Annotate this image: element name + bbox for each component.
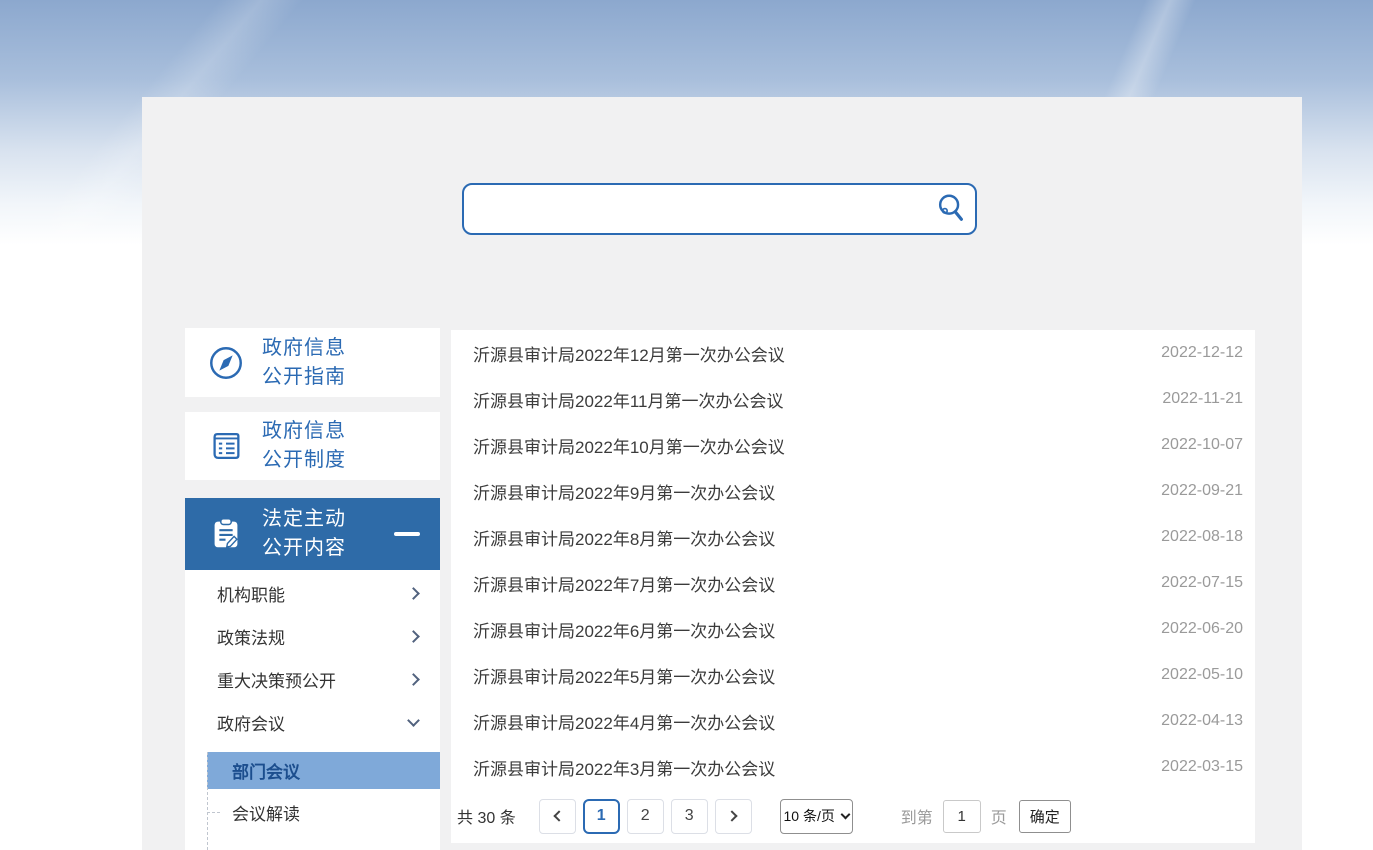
submenu-item-label: 会议解读: [232, 800, 300, 825]
meeting-date: 2022-06-20: [1161, 620, 1243, 638]
page-button-2[interactable]: 2: [627, 799, 664, 834]
meeting-date: 2022-11-21: [1162, 390, 1243, 408]
meeting-link[interactable]: 沂源县审计局2022年5月第一次办公会议: [473, 663, 775, 688]
sidebar-submenu: 机构职能 政策法规 重大决策预公开 政府会议 部门会议 会议解读: [185, 570, 440, 850]
meeting-link[interactable]: 沂源县审计局2022年6月第一次办公会议: [473, 617, 775, 642]
sidebar-item-gov-meetings[interactable]: 政府会议: [185, 701, 440, 744]
meeting-link[interactable]: 沂源县审计局2022年11月第一次办公会议: [473, 387, 783, 412]
total-count: 共 30 条: [457, 804, 516, 828]
content-area: 政府信息 公开指南 政府信息 公开制度: [142, 97, 1302, 850]
list-item: 沂源县审计局2022年12月第一次办公会议 2022-12-12: [451, 330, 1255, 376]
search-box: [462, 183, 977, 235]
sidebar-item-meeting-interpretation[interactable]: 会议解读: [185, 789, 440, 835]
chevron-left-icon: [553, 810, 564, 821]
page-button-3[interactable]: 3: [671, 799, 708, 834]
sidebar-item-gov-info-system[interactable]: 政府信息 公开制度: [185, 412, 440, 480]
list-item: 沂源县审计局2022年9月第一次办公会议 2022-09-21: [451, 468, 1255, 514]
menu-item-label: 机构职能: [217, 581, 285, 606]
meeting-date: 2022-05-10: [1161, 666, 1243, 684]
meeting-link[interactable]: 沂源县审计局2022年12月第一次办公会议: [473, 341, 785, 366]
meeting-link[interactable]: 沂源县审计局2022年3月第一次办公会议: [473, 755, 775, 780]
menu-item-label: 重大决策预公开: [217, 667, 336, 692]
select-chevron-icon: [840, 809, 850, 819]
meeting-date: 2022-09-21: [1161, 482, 1243, 500]
list-item: 沂源县审计局2022年3月第一次办公会议 2022-03-15: [451, 744, 1255, 790]
sidebar-item-label: 政府信息 公开制度: [262, 417, 346, 475]
meeting-link[interactable]: 沂源县审计局2022年7月第一次办公会议: [473, 571, 775, 596]
meeting-link[interactable]: 沂源县审计局2022年9月第一次办公会议: [473, 479, 775, 504]
sidebar-item-gov-info-guide[interactable]: 政府信息 公开指南: [185, 328, 440, 397]
list-item: 沂源县审计局2022年7月第一次办公会议 2022-07-15: [451, 560, 1255, 606]
confirm-button[interactable]: 确定: [1019, 800, 1071, 833]
notebook-icon: [207, 427, 245, 465]
sidebar-item-org-functions[interactable]: 机构职能: [185, 572, 440, 615]
meeting-list: 沂源县审计局2022年12月第一次办公会议 2022-12-12 沂源县审计局2…: [451, 330, 1255, 790]
page-size-select[interactable]: 10 条/页: [780, 799, 853, 834]
sidebar-item-label: 政府信息 公开指南: [262, 334, 346, 392]
pagination-bar: 共 30 条 1 2 3 10 条/页 到第 页 确定: [451, 798, 1255, 834]
menu-item-label: 政府会议: [217, 710, 285, 735]
goto-prefix-label: 到第: [901, 804, 933, 828]
meeting-date: 2022-03-15: [1161, 758, 1243, 776]
sidebar-item-major-decisions[interactable]: 重大决策预公开: [185, 658, 440, 701]
list-item: 沂源县审计局2022年6月第一次办公会议 2022-06-20: [451, 606, 1255, 652]
meeting-link[interactable]: 沂源县审计局2022年8月第一次办公会议: [473, 525, 775, 550]
clipboard-pencil-icon: [207, 515, 245, 553]
sidebar-item-label: 法定主动 公开内容: [262, 505, 346, 563]
collapse-minus-icon: [394, 532, 420, 536]
chevron-right-icon: [726, 810, 737, 821]
tree-line-vertical: [207, 752, 208, 850]
list-item: 沂源县审计局2022年5月第一次办公会议 2022-05-10: [451, 652, 1255, 698]
chevron-right-icon: [407, 587, 420, 600]
list-item: 沂源县审计局2022年8月第一次办公会议 2022-08-18: [451, 514, 1255, 560]
sidebar-item-policies[interactable]: 政策法规: [185, 615, 440, 658]
tree-line-horizontal: [207, 812, 220, 813]
list-item: 沂源县审计局2022年10月第一次办公会议 2022-10-07: [451, 422, 1255, 468]
goto-page-input[interactable]: [943, 800, 981, 833]
chevron-down-icon: [407, 714, 420, 727]
search-input[interactable]: [464, 185, 927, 233]
meeting-date: 2022-10-07: [1161, 436, 1243, 454]
list-item: 沂源县审计局2022年4月第一次办公会议 2022-04-13: [451, 698, 1255, 744]
submenu-item-label: 部门会议: [232, 758, 300, 783]
next-page-button[interactable]: [715, 799, 752, 834]
meeting-date: 2022-12-12: [1161, 344, 1243, 362]
goto-suffix-label: 页: [991, 804, 1007, 828]
compass-icon: [207, 344, 245, 382]
chevron-right-icon: [407, 630, 420, 643]
search-icon: [935, 192, 967, 227]
prev-page-button[interactable]: [539, 799, 576, 834]
menu-item-label: 政策法规: [217, 624, 285, 649]
chevron-right-icon: [407, 673, 420, 686]
meeting-date: 2022-07-15: [1161, 574, 1243, 592]
meeting-date: 2022-08-18: [1161, 528, 1243, 546]
meeting-date: 2022-04-13: [1161, 712, 1243, 730]
list-item: 沂源县审计局2022年11月第一次办公会议 2022-11-21: [451, 376, 1255, 422]
sidebar: 政府信息 公开指南 政府信息 公开制度: [185, 328, 440, 850]
sidebar-item-statutory-disclosure[interactable]: 法定主动 公开内容: [185, 498, 440, 570]
meeting-link[interactable]: 沂源县审计局2022年4月第一次办公会议: [473, 709, 775, 734]
meeting-link[interactable]: 沂源县审计局2022年10月第一次办公会议: [473, 433, 785, 458]
page-button-1[interactable]: 1: [583, 799, 620, 834]
search-button[interactable]: [927, 185, 975, 233]
sidebar-item-department-meetings[interactable]: 部门会议: [207, 752, 440, 789]
meeting-list-panel: 沂源县审计局2022年12月第一次办公会议 2022-12-12 沂源县审计局2…: [451, 330, 1255, 843]
goto-page-group: 到第 页 确定: [901, 800, 1071, 833]
page-size-value: 10 条/页: [784, 806, 835, 826]
